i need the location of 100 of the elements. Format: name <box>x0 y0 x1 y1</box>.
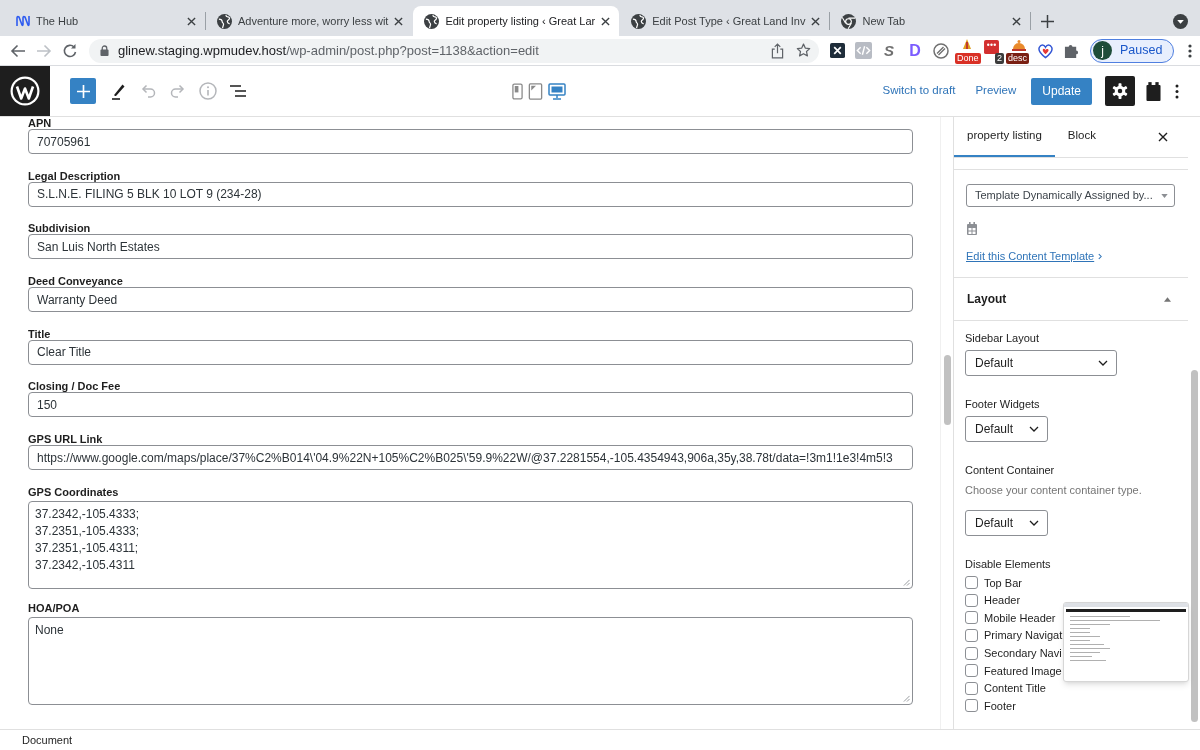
checkbox[interactable] <box>965 576 978 590</box>
setting-label: Content Container <box>965 464 1055 477</box>
settings-icon <box>1111 82 1129 100</box>
close-icon[interactable] <box>811 16 821 26</box>
preview-link[interactable]: Preview <box>975 82 1017 100</box>
reload-icon[interactable] <box>62 42 78 59</box>
text-area[interactable]: None <box>28 616 913 705</box>
dots-tile-icon[interactable] <box>984 39 999 54</box>
cone-icon[interactable] <box>962 38 972 50</box>
select-field[interactable]: Default <box>965 510 1048 536</box>
extension-button[interactable]: S <box>884 42 894 59</box>
resize-handle-icon[interactable] <box>903 578 910 586</box>
profile-button[interactable]: j Paused <box>1090 38 1175 63</box>
breadcrumb-link[interactable]: Document <box>22 731 73 749</box>
checkbox-label[interactable]: Top Bar <box>984 574 1022 592</box>
text-field[interactable]: Warranty Deed <box>28 287 913 313</box>
star-icon[interactable] <box>796 43 811 58</box>
checkbox[interactable] <box>965 646 978 660</box>
caret-icon <box>1161 193 1168 198</box>
wave-icon <box>16 15 30 27</box>
text-field[interactable]: San Luis North Estates <box>28 234 913 260</box>
avatar: j <box>1093 41 1112 60</box>
extension-badge: 2 <box>995 52 1004 64</box>
more-icon[interactable] <box>1188 43 1193 58</box>
inserter-button[interactable] <box>70 78 96 104</box>
sidebar-tab[interactable]: Block <box>1054 117 1109 157</box>
help-text: Choose your content container type. <box>965 484 1142 496</box>
checkbox-label[interactable]: Header <box>984 592 1021 609</box>
plus-icon[interactable] <box>1041 14 1055 28</box>
heart-icon[interactable] <box>1036 42 1054 59</box>
close-icon[interactable] <box>1012 16 1022 26</box>
extension-button[interactable]: D <box>909 42 921 59</box>
checkbox[interactable] <box>965 629 978 643</box>
setting-label: Footer Widgets <box>965 398 1040 411</box>
checkbox[interactable] <box>965 593 978 607</box>
browser-tab[interactable]: Edit Post Type ‹ Great Land Inv <box>620 6 830 36</box>
logo-button[interactable] <box>0 66 50 116</box>
dropdown-icon[interactable] <box>1173 13 1188 29</box>
field-label: APN <box>28 117 52 129</box>
checkbox-label[interactable]: Footer <box>984 697 1016 715</box>
tablet-icon[interactable] <box>528 82 543 100</box>
text-area[interactable]: 37.2342,-105.4333; 37.2351,-105.4333; 37.2351,-105.4311; 37.2342,-105.4311 <box>28 500 913 589</box>
field-label: GPS URL Link <box>28 433 103 446</box>
more-icon[interactable] <box>1175 83 1179 99</box>
browser-tab[interactable]: Edit property listing ‹ Great Lar <box>413 6 620 36</box>
checkbox[interactable] <box>965 699 978 713</box>
update-button[interactable]: Update <box>1031 77 1092 105</box>
clipboard-icon[interactable] <box>1146 81 1161 101</box>
text-field[interactable]: Clear Title <box>28 339 913 365</box>
x-square-icon[interactable] <box>829 43 845 58</box>
setting-label: Disable Elements <box>965 558 1051 571</box>
checkbox[interactable] <box>965 611 978 625</box>
field-label: GPS Coordinates <box>28 485 119 498</box>
checkbox-label[interactable]: Secondary Navi <box>984 644 1062 662</box>
lock-icon <box>100 45 109 56</box>
field-label: Legal Description <box>28 169 121 182</box>
browser-tab[interactable]: The Hub <box>5 6 205 36</box>
browser-tab[interactable]: New Tab <box>830 6 1031 36</box>
select-field[interactable]: Default <box>965 350 1117 376</box>
extension-badge: desc <box>1006 52 1029 64</box>
calendar-icon <box>967 222 977 235</box>
scrollbar-thumb[interactable] <box>943 355 951 425</box>
close-icon[interactable] <box>1158 132 1168 142</box>
checkbox[interactable] <box>965 664 978 678</box>
globe-icon <box>217 13 232 29</box>
sidebar-tab[interactable]: property listing <box>954 117 1055 157</box>
resize-handle-icon[interactable] <box>903 694 910 702</box>
checkbox-label[interactable]: Mobile Header <box>984 609 1056 627</box>
field-label: Closing / Doc Fee <box>28 380 121 393</box>
text-field[interactable]: 70705961 <box>28 129 913 154</box>
text-field[interactable]: 150 <box>28 392 913 418</box>
share-icon[interactable] <box>771 42 784 59</box>
close-icon[interactable] <box>601 16 611 26</box>
text-field[interactable]: https://www.google.com/maps/place/37%C2%B014\'04.9%22N+105%C2%B025\'59.9%22W/@37.2281554,-105.4354943,906a,35y,38.78t/data=!3m1!1e3!4m5!3 <box>28 445 913 471</box>
address-bar[interactable]: glinew.staging.wpmudev.host/wp-admin/post.php?post=1138&action=edit <box>89 38 819 63</box>
desktop-icon[interactable] <box>548 82 566 100</box>
settings-button[interactable] <box>1105 76 1135 106</box>
scrollbar-thumb[interactable] <box>1190 370 1198 722</box>
close-icon[interactable] <box>394 16 404 26</box>
close-icon[interactable] <box>187 16 196 26</box>
browser-tab[interactable]: Adventure more, worry less wit <box>206 6 413 36</box>
slash-circle-icon[interactable] <box>933 42 949 59</box>
screenshot-thumbnail-drawing[interactable] <box>1063 602 1189 682</box>
back-icon[interactable] <box>10 42 26 59</box>
template-select[interactable]: Template Dynamically Assigned by... <box>966 184 1175 207</box>
chevron-icon <box>1029 520 1039 526</box>
mobile-icon[interactable] <box>512 82 523 100</box>
checkbox-label[interactable]: Content Title <box>984 680 1046 697</box>
checkbox[interactable] <box>965 681 978 695</box>
text-field[interactable]: S.L.N.E. FILING 5 BLK 10 LOT 9 (234-28) <box>28 181 913 207</box>
setting-label: Sidebar Layout <box>965 332 1039 345</box>
globe-icon <box>424 13 440 29</box>
checkbox-label[interactable]: Primary Navigat <box>984 627 1063 644</box>
select-field[interactable]: Default <box>965 416 1048 442</box>
switch-to-draft-link[interactable]: Switch to draft <box>882 82 956 100</box>
edit-template-link[interactable]: Edit this Content Template <box>966 249 1103 263</box>
chevron-icon <box>1098 252 1103 260</box>
checkbox-label[interactable]: Featured Image <box>984 662 1062 679</box>
puzzle-icon[interactable] <box>1063 43 1079 58</box>
bell-icon[interactable] <box>1011 38 1027 51</box>
